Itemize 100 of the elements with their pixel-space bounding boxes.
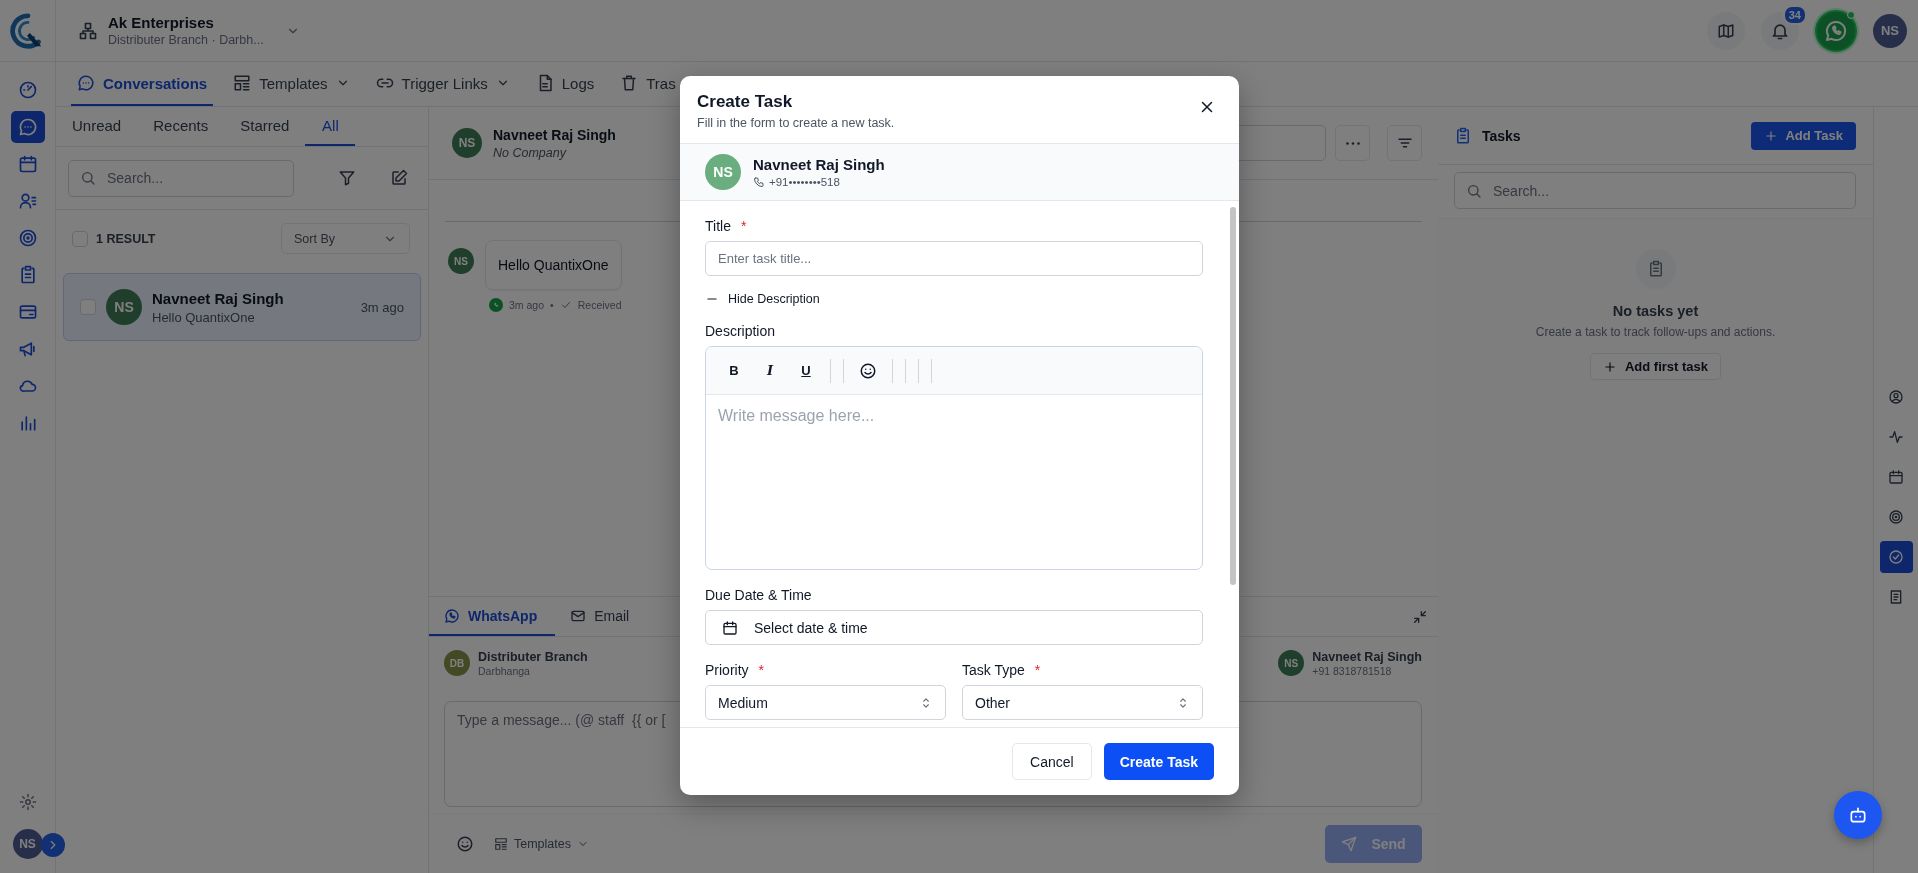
- nav-tab[interactable]: Templates: [227, 62, 356, 106]
- filter-tab[interactable]: Unread: [56, 107, 138, 146]
- nav-tab[interactable]: Trigger Links: [369, 62, 516, 106]
- calendar-icon: [17, 154, 38, 174]
- template-icon: [233, 74, 252, 92]
- title-field[interactable]: Enter task title...: [705, 241, 1203, 276]
- activity-icon: [1888, 429, 1904, 445]
- filter-icon[interactable]: [338, 169, 356, 187]
- company-name: No Company: [493, 145, 568, 160]
- recipient-avatar: NS: [1278, 650, 1305, 676]
- result-count: 1 RESULT: [96, 231, 156, 246]
- panel-title: Tasks: [1482, 127, 1521, 144]
- filter-tab[interactable]: All: [305, 107, 356, 146]
- format-button[interactable]: I: [752, 355, 788, 386]
- notes-icon: [1888, 589, 1904, 605]
- emoji-icon[interactable]: [456, 834, 474, 853]
- chat-bubble-icon: [77, 74, 95, 92]
- map-icon: [1717, 21, 1735, 40]
- format-button[interactable]: U: [788, 355, 824, 386]
- create-task-button[interactable]: Create Task: [1103, 743, 1214, 780]
- hide-description-toggle[interactable]: Hide Description: [705, 292, 820, 306]
- user-avatar[interactable]: NS: [1873, 13, 1907, 48]
- sender-name: Distributer Branch: [478, 649, 588, 664]
- nav-rail-item[interactable]: [10, 111, 45, 143]
- clipboard-icon: [1454, 126, 1472, 145]
- date-time-picker[interactable]: Select date & time: [705, 610, 1203, 645]
- notification-badge: 34: [1782, 4, 1807, 25]
- megaphone-icon: [17, 339, 38, 359]
- separator-dot: •: [550, 299, 554, 311]
- sender-location: Darbhanga: [478, 664, 531, 677]
- target-icon: [17, 228, 38, 248]
- trash-icon: [620, 74, 639, 92]
- timestamp: 3m ago: [509, 299, 545, 311]
- field-label: Description: [705, 323, 776, 339]
- phone-icon: [753, 176, 765, 188]
- scrollbar[interactable]: [1230, 207, 1236, 585]
- search-field[interactable]: Search...: [1454, 172, 1856, 209]
- plus-icon: [1764, 128, 1779, 143]
- user-avatar[interactable]: NS: [12, 829, 43, 859]
- check-icon: [559, 299, 572, 311]
- recipient-name: Navneet Raj Singh: [1312, 649, 1422, 664]
- channel-tab[interactable]: Email: [555, 597, 648, 636]
- branch-name: Distributer Branch · Darbh...: [108, 33, 264, 47]
- nav-tab[interactable]: Logs: [529, 62, 601, 106]
- search-field[interactable]: Search...: [68, 159, 294, 197]
- expand-sidebar-button[interactable]: [40, 833, 65, 857]
- gauge-icon: [17, 80, 38, 100]
- add-task-button[interactable]: Add Task: [1751, 121, 1856, 150]
- timestamp: 3m ago: [360, 299, 404, 315]
- contact-name: Navneet Raj Singh: [493, 126, 616, 143]
- format-button[interactable]: B: [716, 355, 752, 386]
- robot-icon: [1848, 805, 1868, 825]
- side-tool-button[interactable]: [1879, 541, 1913, 573]
- message-bubble: Hello QuantixOne: [485, 240, 622, 290]
- required-mark: *: [758, 662, 764, 678]
- sender-avatar: DB: [444, 650, 470, 676]
- collapse-icon[interactable]: [1412, 608, 1428, 625]
- filter-tab[interactable]: Starred: [224, 107, 306, 146]
- filter-tab[interactable]: Recents: [137, 107, 225, 146]
- message-preview: Hello QuantixOne: [152, 309, 256, 325]
- empty-state-title: No tasks yet: [1612, 303, 1699, 319]
- templates-button[interactable]: Templates: [494, 836, 589, 851]
- channel-tab[interactable]: WhatsApp: [429, 597, 556, 636]
- contact-avatar: NS: [106, 289, 142, 325]
- organization-name[interactable]: Ak Enterprises: [108, 14, 264, 31]
- contact-name: Navneet Raj Singh: [152, 289, 285, 307]
- map-button[interactable]: [1707, 11, 1745, 50]
- check-circle-icon: [1888, 549, 1904, 565]
- description-editor[interactable]: B I U Write message here...: [705, 346, 1203, 570]
- template-icon: [494, 836, 508, 851]
- required-mark: *: [1034, 662, 1041, 678]
- clipboard-icon: [1635, 249, 1676, 289]
- chat-bubble-icon: [17, 117, 38, 137]
- select-field[interactable]: Other: [962, 685, 1203, 720]
- whatsapp-button[interactable]: [1815, 9, 1857, 52]
- hierarchy-icon: [78, 20, 98, 41]
- emoji-icon: [859, 361, 877, 380]
- filter-button[interactable]: [1387, 125, 1422, 161]
- plus-icon: [1602, 359, 1617, 374]
- conversation-item[interactable]: NS Navneet Raj Singh Hello QuantixOne 3m ago: [63, 273, 421, 341]
- target-icon: [1888, 509, 1904, 525]
- contact-avatar: NS: [448, 248, 474, 274]
- cancel-button[interactable]: Cancel: [1012, 743, 1092, 780]
- contact-avatar: NS: [452, 128, 482, 158]
- send-icon: [1341, 835, 1358, 852]
- edit-icon[interactable]: [390, 169, 408, 187]
- whatsapp-icon: [444, 607, 460, 624]
- field-label: Due Date & Time: [705, 587, 812, 603]
- settings-icon[interactable]: [18, 793, 37, 811]
- notifications-button[interactable]: [1761, 11, 1799, 50]
- sort-dropdown[interactable]: Sort By: [281, 223, 410, 254]
- dialog-title: Create Task: [697, 92, 794, 112]
- contacts-icon: [17, 191, 38, 211]
- nav-tab[interactable]: Conversations: [71, 62, 214, 106]
- select-field[interactable]: Medium: [705, 685, 946, 720]
- card-icon: [17, 302, 38, 322]
- whatsapp-icon: [1824, 18, 1848, 43]
- message-status: Received: [577, 299, 622, 311]
- add-first-task-button[interactable]: Add first task: [1589, 353, 1722, 380]
- more-icon: [1345, 141, 1360, 145]
